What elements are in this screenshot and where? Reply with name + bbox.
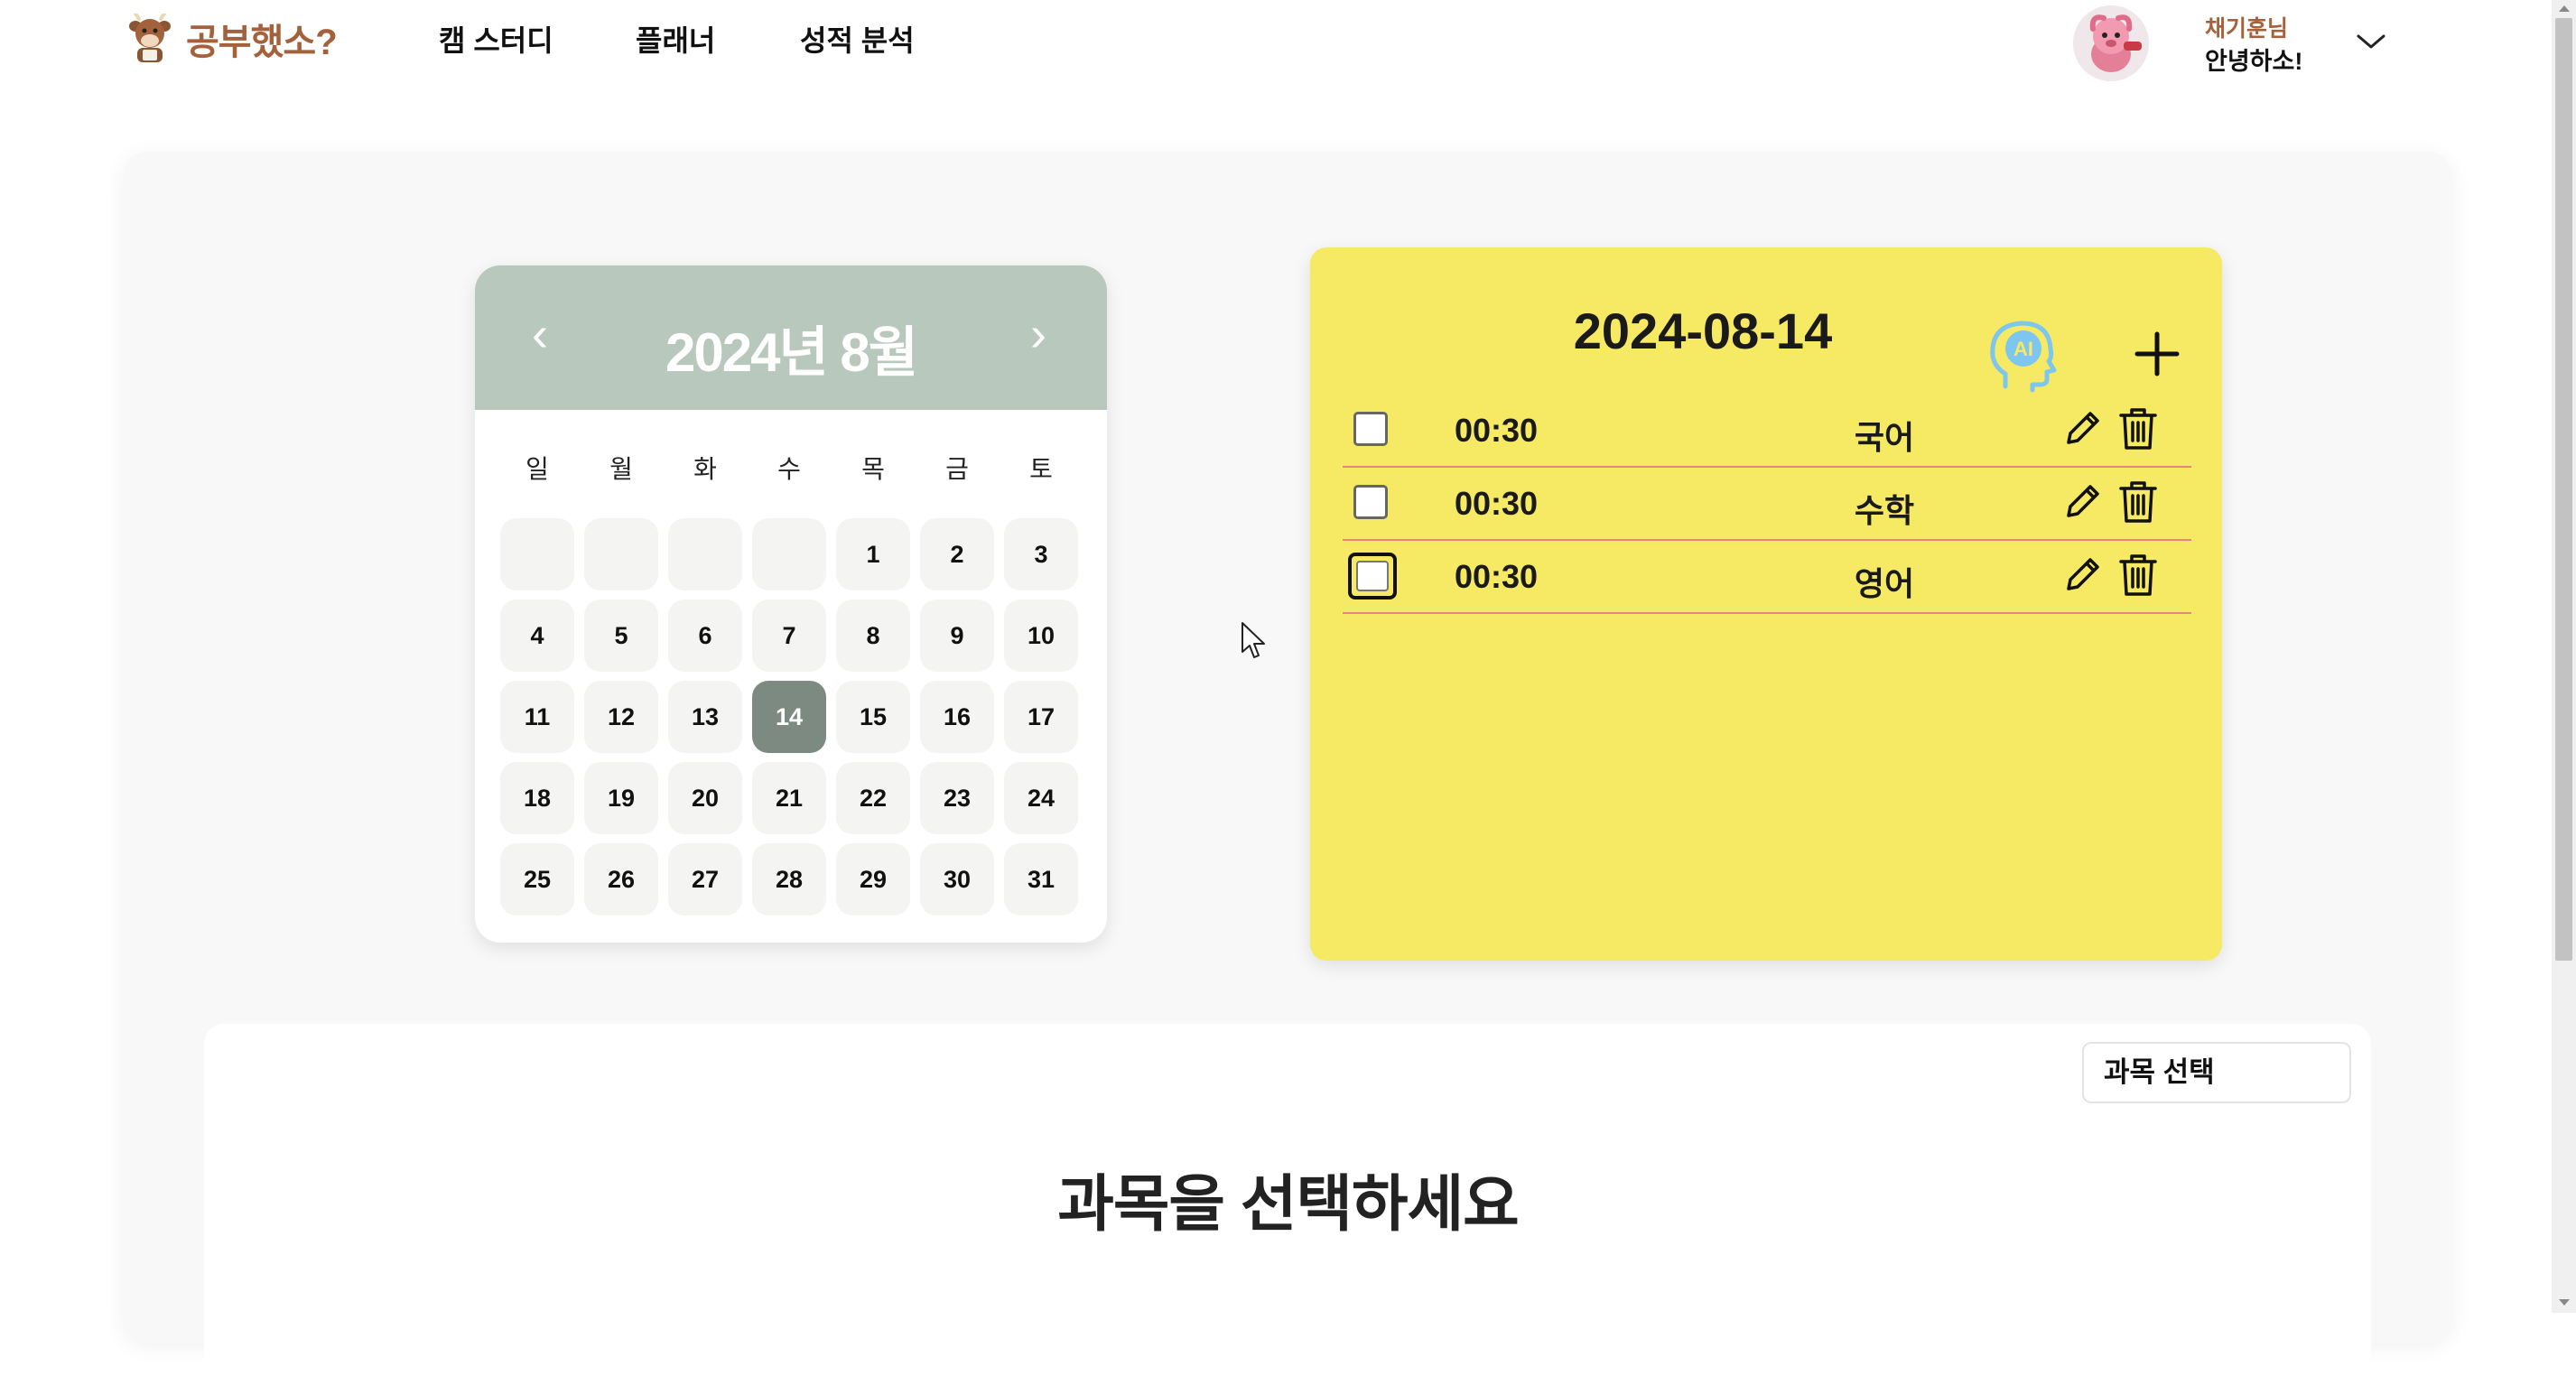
calendar-day[interactable]: 22 bbox=[836, 762, 910, 834]
task-row: 00:30 수학 bbox=[1343, 467, 2191, 541]
task-checkbox[interactable] bbox=[1353, 412, 1388, 446]
calendar-day[interactable]: 6 bbox=[668, 600, 742, 672]
calendar-day[interactable]: 18 bbox=[500, 762, 574, 834]
weekday-label: 월 bbox=[609, 455, 633, 483]
calendar-day[interactable]: 28 bbox=[752, 843, 826, 916]
nav-grade-analysis[interactable]: 성적 분석 bbox=[800, 18, 915, 60]
task-subject: 수학 bbox=[1854, 492, 1915, 529]
nav-cam-study[interactable]: 캠 스터디 bbox=[439, 18, 553, 60]
vertical-scrollbar[interactable] bbox=[2552, 0, 2576, 1313]
planner-card: 2024-08-14 AI 00:30 국어 00:30 수학 00:30 영어 bbox=[1310, 247, 2222, 961]
task-time: 00:30 bbox=[1455, 558, 1539, 595]
scroll-up-arrow-icon[interactable] bbox=[2557, 2, 2571, 14]
pencil-icon[interactable] bbox=[2061, 481, 2103, 523]
task-row: 00:30 국어 bbox=[1343, 394, 2191, 468]
calendar-day[interactable]: 12 bbox=[584, 681, 658, 753]
scroll-down-arrow-icon[interactable] bbox=[2557, 1297, 2571, 1309]
mouse-cursor-icon bbox=[1242, 622, 1265, 658]
calendar-day[interactable]: 16 bbox=[920, 681, 994, 753]
planner-date: 2024-08-14 bbox=[1573, 302, 1833, 359]
calendar-day[interactable]: 10 bbox=[1004, 600, 1078, 672]
calendar-day[interactable]: 17 bbox=[1004, 681, 1078, 753]
pencil-icon[interactable] bbox=[2061, 408, 2103, 450]
logo[interactable]: 공부했소? bbox=[126, 9, 338, 69]
calendar-day[interactable]: 23 bbox=[920, 762, 994, 834]
weekday-label: 화 bbox=[693, 455, 717, 483]
weekday-label: 금 bbox=[945, 455, 969, 483]
calendar-day[interactable]: 4 bbox=[500, 600, 574, 672]
pencil-icon[interactable] bbox=[2061, 554, 2103, 596]
calendar-day[interactable]: 26 bbox=[584, 843, 658, 916]
calendar-day[interactable]: 5 bbox=[584, 600, 658, 672]
weekday-label: 수 bbox=[777, 455, 801, 483]
user-name: 채기훈님 bbox=[2205, 16, 2289, 42]
nav-planner[interactable]: 플래너 bbox=[636, 18, 715, 60]
calendar-day[interactable]: 29 bbox=[836, 843, 910, 916]
task-subject: 국어 bbox=[1854, 419, 1915, 456]
calendar-day[interactable]: 30 bbox=[920, 843, 994, 916]
task-checkbox[interactable] bbox=[1353, 485, 1388, 519]
calendar-day[interactable]: 24 bbox=[1004, 762, 1078, 834]
logo-text: 공부했소? bbox=[186, 23, 338, 62]
ai-head-icon[interactable]: AI bbox=[1985, 318, 2058, 394]
weekday-label: 토 bbox=[1029, 455, 1053, 483]
calendar-empty-cell bbox=[500, 518, 574, 590]
calendar-empty-cell bbox=[668, 518, 742, 590]
calendar-day[interactable]: 8 bbox=[836, 600, 910, 672]
avatar[interactable] bbox=[2073, 5, 2149, 81]
trash-icon[interactable] bbox=[2117, 479, 2159, 525]
task-time: 00:30 bbox=[1455, 485, 1539, 522]
chevron-down-icon[interactable] bbox=[2353, 25, 2389, 58]
calendar-day[interactable]: 2 bbox=[920, 518, 994, 590]
calendar-day[interactable]: 25 bbox=[500, 843, 574, 916]
calendar-day[interactable]: 19 bbox=[584, 762, 658, 834]
calendar-day[interactable]: 3 bbox=[1004, 518, 1078, 590]
trash-icon[interactable] bbox=[2117, 406, 2159, 451]
weekday-label: 일 bbox=[525, 455, 549, 483]
task-subject: 영어 bbox=[1854, 565, 1915, 602]
calendar-empty-cell bbox=[752, 518, 826, 590]
calendar-day[interactable]: 1 bbox=[836, 518, 910, 590]
calendar-day[interactable]: 13 bbox=[668, 681, 742, 753]
cow-mascot-icon bbox=[129, 14, 171, 62]
subject-select[interactable]: 과목 선택 bbox=[2082, 1042, 2351, 1103]
calendar-day[interactable]: 21 bbox=[752, 762, 826, 834]
trash-icon[interactable] bbox=[2117, 553, 2159, 598]
plus-icon[interactable] bbox=[2134, 330, 2181, 377]
calendar-day[interactable]: 15 bbox=[836, 681, 910, 753]
calendar-day[interactable]: 20 bbox=[668, 762, 742, 834]
calendar-next-button[interactable]: › bbox=[1011, 307, 1065, 361]
scrollbar-thumb[interactable] bbox=[2555, 18, 2572, 961]
avatar-image bbox=[2073, 5, 2149, 81]
calendar: ‹ 2024년 8월 › 일 월 화 수 목 금 토 1 2 3 4 5 6 7 8 9 10 11… bbox=[475, 265, 1107, 943]
weekday-label: 목 bbox=[861, 455, 885, 483]
calendar-day[interactable]: 11 bbox=[500, 681, 574, 753]
task-row: 00:30 영어 bbox=[1343, 540, 2191, 614]
calendar-day[interactable]: 31 bbox=[1004, 843, 1078, 916]
calendar-day-selected[interactable]: 14 bbox=[752, 681, 826, 753]
calendar-day[interactable]: 27 bbox=[668, 843, 742, 916]
calendar-day[interactable]: 7 bbox=[752, 600, 826, 672]
calendar-empty-cell bbox=[584, 518, 658, 590]
ai-label: AI bbox=[2013, 338, 2033, 360]
calendar-day[interactable]: 9 bbox=[920, 600, 994, 672]
calendar-header: ‹ 2024년 8월 › bbox=[475, 265, 1107, 410]
task-time: 00:30 bbox=[1455, 412, 1539, 449]
analysis-placeholder: 과목을 선택하세요 bbox=[1057, 1170, 1519, 1239]
task-checkbox[interactable] bbox=[1348, 553, 1397, 600]
user-greeting: 안녕하소! bbox=[2205, 48, 2303, 75]
